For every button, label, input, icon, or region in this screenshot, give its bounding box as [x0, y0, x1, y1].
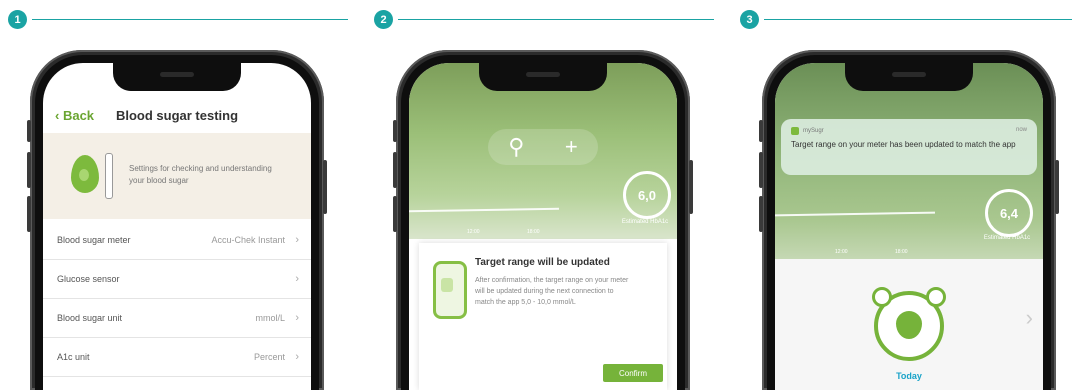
chevron-right-icon: › — [295, 234, 299, 246]
hba1c-gauge: 6,4 — [985, 189, 1033, 237]
back-button[interactable]: ‹ Back — [55, 108, 94, 123]
axis-tick-label: 18:00 — [527, 229, 540, 235]
back-label: Back — [62, 107, 95, 123]
row-label: Glucose sensor — [57, 274, 120, 284]
banner-text: Settings for checking and understanding … — [129, 164, 272, 185]
trend-line — [775, 211, 936, 217]
phone-power-button — [1055, 160, 1059, 214]
phone-frame: mySugr now Target range on your meter ha… — [759, 50, 1059, 390]
today-label: Today — [896, 371, 922, 381]
phone-notch — [479, 63, 607, 91]
target-range-dialog: Target range will be updated After confi… — [419, 243, 667, 390]
axis-tick-label: 18:00 — [895, 249, 908, 255]
row-label: Blood sugar meter — [57, 235, 131, 245]
gauge-label: Estimated HbA1c — [983, 235, 1031, 241]
phone-frame: ‹ Back Blood sugar testing Settings for … — [27, 50, 327, 390]
hba1c-gauge: 6,0 — [623, 171, 671, 219]
today-panel: Today › — [775, 259, 1043, 390]
chevron-right-icon: › — [295, 351, 299, 363]
notification-app: mySugr — [791, 127, 824, 135]
settings-row-a1c[interactable]: A1c unit Percent › — [43, 338, 311, 377]
step-number-badge: 3 — [740, 10, 759, 29]
dialog-text: After confirmation, the target range on … — [475, 277, 629, 306]
step-3: 3 mySugr now Target range on your meter … — [740, 0, 1072, 390]
phone-side-button — [393, 152, 397, 188]
step-number-badge: 2 — [374, 10, 393, 29]
dashboard-header: mySugr now Target range on your meter ha… — [775, 63, 1043, 259]
app-icon — [791, 127, 799, 135]
phone-side-button — [27, 152, 31, 188]
phone-screen: ⚲ + 12:00 18:00 6,0 Estimated HbA1c Targ… — [409, 63, 677, 390]
chevron-right-icon: › — [295, 312, 299, 324]
phone-side-button — [393, 196, 397, 232]
phone-power-button — [689, 160, 693, 214]
trend-line — [409, 207, 560, 213]
phone-frame: ⚲ + 12:00 18:00 6,0 Estimated HbA1c Targ… — [393, 50, 693, 390]
mascot-ear — [872, 287, 892, 307]
lancet-icon — [105, 153, 113, 199]
row-value: Accu-Chek Instant — [211, 235, 285, 245]
header-actions: ⚲ + — [488, 129, 598, 165]
step-divider-line — [398, 19, 714, 20]
axis-tick-label: 12:00 — [467, 229, 480, 235]
step-divider-line — [764, 19, 1072, 20]
chevron-right-icon: › — [295, 273, 299, 285]
phone-side-button — [759, 196, 763, 232]
row-value: Percent — [253, 352, 285, 362]
phone-side-button — [759, 120, 763, 142]
meter-device-icon — [433, 261, 467, 319]
row-label: A1c unit — [57, 352, 90, 362]
settings-row-sensor[interactable]: Glucose sensor › — [43, 260, 311, 299]
phone-notch — [113, 63, 241, 91]
dialog-title: Target range will be updated — [475, 257, 610, 268]
notification-time: now — [1015, 127, 1027, 133]
row-label: Blood sugar unit — [57, 313, 123, 323]
confirm-button[interactable]: Confirm — [603, 364, 663, 382]
phone-side-button — [27, 196, 31, 232]
axis-tick-label: 12:00 — [835, 249, 848, 255]
push-notification[interactable]: mySugr now Target range on your meter ha… — [781, 119, 1037, 175]
mascot-ear — [926, 287, 946, 307]
chevron-right-icon[interactable]: › — [1026, 305, 1033, 331]
step-divider-line — [32, 19, 348, 20]
add-icon[interactable]: + — [565, 134, 578, 160]
phone-side-button — [27, 120, 31, 142]
row-value: mmol/L — [255, 313, 285, 323]
step-1: 1 ‹ Back Blood sugar testing Settings fo… — [8, 0, 348, 390]
search-icon[interactable]: ⚲ — [508, 134, 524, 160]
notification-text: Target range on your meter has been upda… — [791, 140, 1016, 149]
phone-notch — [845, 63, 973, 91]
step-number-badge: 1 — [8, 10, 27, 29]
phone-side-button — [393, 120, 397, 142]
phone-side-button — [759, 152, 763, 188]
step-2: 2 ⚲ + 12:00 18:00 6,0 Estimated HbA1c Ta… — [374, 0, 714, 390]
settings-row-unit[interactable]: Blood sugar unit mmol/L › — [43, 299, 311, 338]
phone-power-button — [323, 160, 327, 214]
settings-row-meter[interactable]: Blood sugar meter Accu-Chek Instant › — [43, 221, 311, 260]
monster-mascot-icon[interactable] — [872, 287, 946, 361]
blood-drop-icon — [71, 155, 99, 193]
nav-header: ‹ Back Blood sugar testing — [43, 99, 311, 131]
phone-screen: ‹ Back Blood sugar testing Settings for … — [43, 63, 311, 390]
gauge-label: Estimated HbA1c — [621, 219, 669, 225]
info-banner: Settings for checking and understanding … — [43, 133, 311, 219]
phone-screen: mySugr now Target range on your meter ha… — [775, 63, 1043, 390]
notification-app-name: mySugr — [803, 128, 824, 134]
